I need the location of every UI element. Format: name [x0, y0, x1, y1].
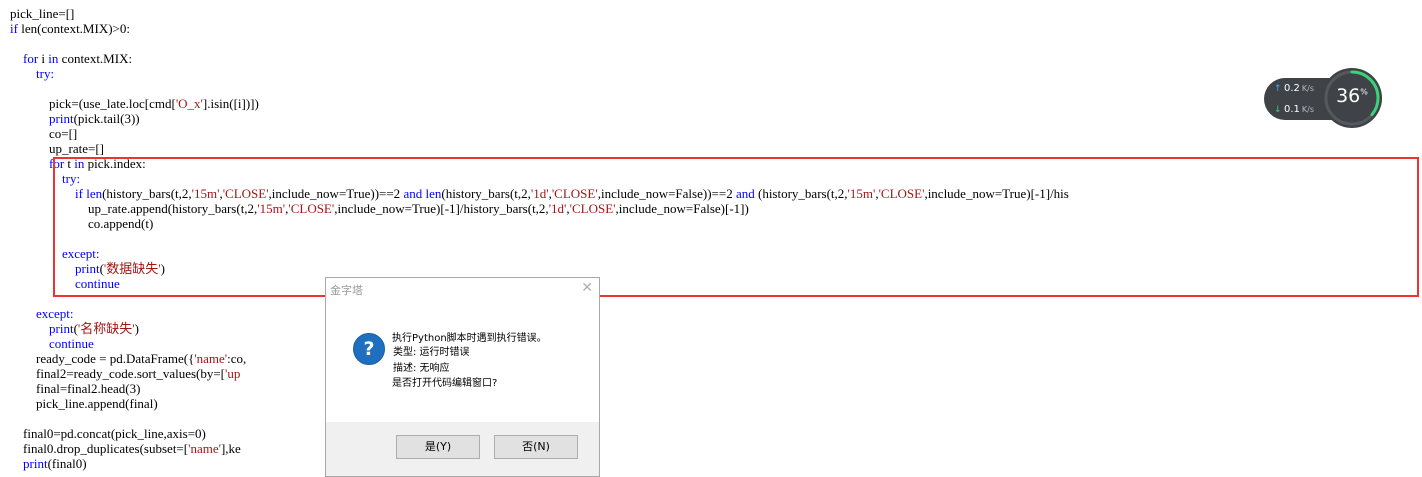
code-token: ],ke [220, 441, 241, 456]
dialog-question: 是否打开代码编辑窗口? [392, 378, 498, 389]
highlight-box [53, 157, 1419, 297]
code-token: if [10, 21, 18, 36]
code-token: pick_line.append(final) [10, 396, 158, 411]
code-line: try: [10, 66, 1069, 81]
dialog-titlebar[interactable]: 金字塔 ✕ [326, 278, 599, 300]
code-token: (pick.tail(3)) [73, 111, 140, 126]
code-token: 'up [225, 366, 241, 381]
code-token: print [49, 321, 74, 336]
code-line: if len(context.MIX)>0: [10, 21, 1069, 36]
code-token: try: [36, 66, 55, 81]
usage-percent-value: 36 [1336, 85, 1361, 107]
code-token: len(context.MIX)>0: [17, 21, 130, 36]
code-token: ) [134, 321, 139, 336]
code-token: for [23, 51, 39, 66]
yes-button[interactable]: 是(Y) [396, 435, 480, 459]
dialog-body: ? 执行Python脚本时遇到执行错误。 类型: 运行时错误 描述: 无响应 是… [326, 300, 599, 422]
code-token: up_rate=[] [10, 141, 104, 156]
close-icon[interactable]: ✕ [581, 280, 593, 296]
dialog-footer: 是(Y) 否(N) [326, 422, 599, 476]
code-token: ready_code = pd.DataFrame({ [10, 351, 195, 366]
code-line: pick=(use_late.loc[cmd['O_x'].isin([i])]… [10, 96, 1069, 111]
download-speed-unit: K/s [1301, 105, 1315, 114]
code-token: ].isin([i])]) [202, 96, 259, 111]
download-arrow-icon: ↓ [1274, 105, 1282, 115]
code-token: in [48, 51, 59, 66]
error-dialog[interactable]: 金字塔 ✕ ? 执行Python脚本时遇到执行错误。 类型: 运行时错误 描述:… [325, 277, 600, 477]
code-line: co=[] [10, 126, 1069, 141]
code-token: i [38, 51, 49, 66]
code-token: except: [36, 306, 74, 321]
no-button[interactable]: 否(N) [494, 435, 578, 459]
code-line: up_rate=[] [10, 141, 1069, 156]
code-token: (final0) [47, 456, 87, 471]
code-token: 'name' [194, 351, 228, 366]
usage-percent: 36% [1322, 85, 1382, 107]
code-token: 'O_x' [175, 96, 203, 111]
code-token: pick_line=[] [10, 6, 75, 21]
code-line: for i in context.MIX: [10, 51, 1069, 66]
code-token: co=[] [10, 126, 78, 141]
dialog-error-description: 描述: 无响应 [393, 363, 450, 374]
usage-percent-symbol: % [1360, 87, 1368, 97]
dialog-error-type: 类型: 运行时错误 [393, 347, 470, 358]
upload-speed-value: 0.2 [1284, 83, 1300, 94]
code-token: :co, [227, 351, 247, 366]
code-token: final0.drop_duplicates(subset=[ [10, 441, 189, 456]
code-token: final2=ready_code.sort_values(by=[ [10, 366, 226, 381]
upload-speed-unit: K/s [1301, 84, 1315, 93]
code-token: final=final2.head(3) [10, 381, 141, 396]
download-speed: ↓ 0.1 K/s [1274, 104, 1314, 116]
code-token: pick=(use_late.loc[cmd[ [10, 96, 176, 111]
code-token: continue [49, 336, 94, 351]
code-token: print [49, 111, 74, 126]
dialog-message: 执行Python脚本时遇到执行错误。 [392, 333, 547, 344]
upload-speed: ↑ 0.2 K/s [1274, 83, 1314, 95]
download-speed-value: 0.1 [1284, 104, 1300, 115]
code-token: context.MIX: [58, 51, 133, 66]
code-token: print [23, 456, 48, 471]
memory-usage-gauge[interactable]: 36% [1322, 68, 1382, 128]
code-line: print(pick.tail(3)) [10, 111, 1069, 126]
upload-arrow-icon: ↑ [1274, 84, 1282, 94]
code-token: 'name' [188, 441, 221, 456]
code-line: pick_line=[] [10, 6, 1069, 21]
code-token: '名称缺失' [77, 321, 135, 336]
dialog-title: 金字塔 [330, 284, 363, 297]
code-token: final0=pd.concat(pick_line,axis=0) [10, 426, 206, 441]
question-icon: ? [353, 333, 385, 365]
